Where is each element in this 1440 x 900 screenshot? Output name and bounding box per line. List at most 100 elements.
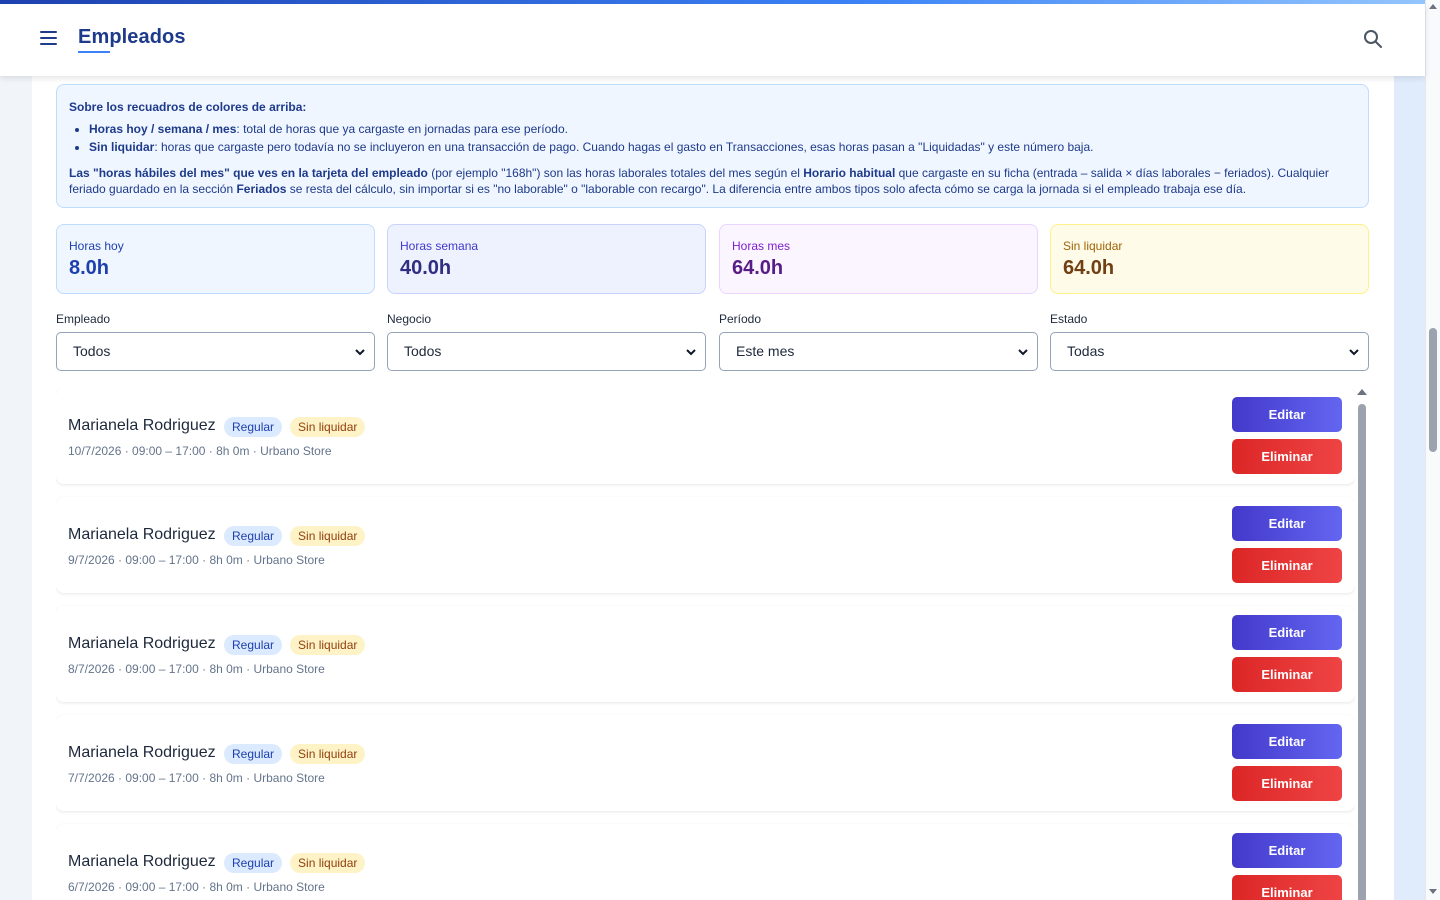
info-item-sin-liquidar-strong: Sin liquidar [89, 140, 155, 154]
filter-empleado: Empleado Todos [56, 312, 375, 371]
list-scrollbar[interactable] [1357, 388, 1367, 900]
type-badge: Regular [224, 526, 283, 546]
info-item-sin-liquidar-text: : horas que cargaste pero todavía no se … [154, 140, 1094, 154]
search-icon[interactable] [1363, 29, 1383, 49]
stat-value: 64.0h [732, 257, 784, 279]
stat-card-sin-liquidar: Sin liquidar 64.0h [1050, 224, 1369, 294]
employee-name: Marianela Rodriguez [68, 417, 216, 434]
hamburger-menu-icon[interactable] [40, 31, 57, 45]
filter-negocio: Negocio Todos [387, 312, 706, 371]
delete-button[interactable]: Eliminar [1232, 875, 1342, 900]
stat-label: Horas hoy [69, 239, 124, 253]
info-item-sin-liquidar: Sin liquidar: horas que cargaste pero to… [89, 139, 1356, 155]
filter-periodo: Período Este mes [719, 312, 1038, 371]
negocio-select[interactable]: Todos [387, 332, 706, 371]
info-item-horas-strong: Horas hoy / semana / mes [89, 122, 237, 136]
scroll-thumb[interactable] [1358, 404, 1366, 900]
info-list: Horas hoy / semana / mes: total de horas… [89, 121, 1356, 155]
employee-name: Marianela Rodriguez [68, 635, 216, 652]
status-badge: Sin liquidar [290, 526, 366, 546]
info-strong-horario: Horario habitual [803, 166, 896, 180]
status-badge: Sin liquidar [290, 853, 366, 873]
stat-label: Sin liquidar [1063, 239, 1123, 253]
page-background-left [0, 76, 32, 900]
stat-card-horas-semana: Horas semana 40.0h [387, 224, 706, 294]
record-meta: 7/7/2026 · 09:00 – 17:00 · 8h 0m · Urban… [68, 771, 325, 785]
info-item-horas: Horas hoy / semana / mes: total de horas… [89, 121, 1356, 137]
type-badge: Regular [224, 853, 283, 873]
stat-label: Horas semana [400, 239, 479, 253]
chevron-down-icon [1018, 349, 1028, 356]
info-strong-horas-habiles: Las "horas hábiles del mes" que ves en l… [69, 166, 428, 180]
badge-group: Regular Sin liquidar [224, 853, 366, 873]
app-header: Empleados [0, 4, 1425, 76]
info-item-horas-text: : total de horas que ya cargaste en jorn… [236, 122, 568, 136]
filter-estado-label: Estado [1050, 312, 1088, 326]
negocio-select-value: Todos [404, 343, 442, 359]
stat-card-horas-mes: Horas mes 64.0h [719, 224, 1038, 294]
periodo-select-value: Este mes [736, 343, 795, 359]
filter-estado: Estado Todas [1050, 312, 1369, 371]
edit-button[interactable]: Editar [1232, 397, 1342, 432]
delete-button[interactable]: Eliminar [1232, 548, 1342, 583]
badge-group: Regular Sin liquidar [224, 635, 366, 655]
status-badge: Sin liquidar [290, 417, 366, 437]
page-background-right [1394, 76, 1425, 900]
record-meta: 9/7/2026 · 09:00 – 17:00 · 8h 0m · Urban… [68, 553, 325, 567]
chevron-down-icon [1349, 349, 1359, 356]
record-meta: 8/7/2026 · 09:00 – 17:00 · 8h 0m · Urban… [68, 662, 325, 676]
jornadas-list: Marianela Rodriguez Regular Sin liquidar… [56, 388, 1355, 900]
top-accent-bar [0, 0, 1425, 4]
info-strong-feriados: Feriados [236, 182, 287, 196]
info-panel: Sobre los recuadros de colores de arriba… [56, 84, 1369, 208]
page-title: Empleados [78, 26, 186, 48]
scroll-up-arrow-icon[interactable] [1429, 4, 1437, 9]
estado-select-value: Todas [1067, 343, 1105, 359]
periodo-select[interactable]: Este mes [719, 332, 1038, 371]
delete-button[interactable]: Eliminar [1232, 657, 1342, 692]
list-item: Marianela Rodriguez Regular Sin liquidar… [56, 497, 1355, 593]
delete-button[interactable]: Eliminar [1232, 439, 1342, 474]
empleado-select[interactable]: Todos [56, 332, 375, 371]
page-scrollbar[interactable] [1425, 0, 1440, 900]
edit-button[interactable]: Editar [1232, 506, 1342, 541]
employee-name: Marianela Rodriguez [68, 853, 216, 870]
filter-empleado-label: Empleado [56, 312, 111, 326]
badge-group: Regular Sin liquidar [224, 744, 366, 764]
info-text-1: (por ejemplo "168h") son las horas labor… [427, 166, 804, 180]
badge-group: Regular Sin liquidar [224, 526, 366, 546]
filter-periodo-label: Período [719, 312, 762, 326]
list-item: Marianela Rodriguez Regular Sin liquidar… [56, 824, 1355, 900]
type-badge: Regular [224, 635, 283, 655]
stat-value: 64.0h [1063, 257, 1115, 279]
title-underline [78, 51, 110, 53]
edit-button[interactable]: Editar [1232, 833, 1342, 868]
badge-group: Regular Sin liquidar [224, 417, 366, 437]
type-badge: Regular [224, 417, 283, 437]
filter-negocio-label: Negocio [387, 312, 432, 326]
list-item: Marianela Rodriguez Regular Sin liquidar… [56, 715, 1355, 811]
main-content: Sobre los recuadros de colores de arriba… [32, 76, 1394, 900]
type-badge: Regular [224, 744, 283, 764]
stat-label: Horas mes [732, 239, 791, 253]
scroll-down-arrow-icon[interactable] [1429, 889, 1437, 894]
info-text-3: se resta del cálculo, sin importar si es… [286, 182, 1247, 196]
record-meta: 10/7/2026 · 09:00 – 17:00 · 8h 0m · Urba… [68, 444, 332, 458]
status-badge: Sin liquidar [290, 744, 366, 764]
delete-button[interactable]: Eliminar [1232, 766, 1342, 801]
list-item: Marianela Rodriguez Regular Sin liquidar… [56, 606, 1355, 702]
info-paragraph: Las "horas hábiles del mes" que ves en l… [69, 165, 1356, 197]
record-meta: 6/7/2026 · 09:00 – 17:00 · 8h 0m · Urban… [68, 880, 325, 894]
employee-name: Marianela Rodriguez [68, 744, 216, 761]
chevron-down-icon [686, 349, 696, 356]
stat-card-horas-hoy: Horas hoy 8.0h [56, 224, 375, 294]
scroll-thumb[interactable] [1429, 328, 1437, 452]
stat-value: 40.0h [400, 257, 452, 279]
info-heading: Sobre los recuadros de colores de arriba… [69, 100, 307, 114]
scroll-up-arrow-icon[interactable] [1357, 389, 1367, 395]
edit-button[interactable]: Editar [1232, 615, 1342, 650]
edit-button[interactable]: Editar [1232, 724, 1342, 759]
estado-select[interactable]: Todas [1050, 332, 1369, 371]
chevron-down-icon [355, 349, 365, 356]
empleado-select-value: Todos [73, 343, 111, 359]
